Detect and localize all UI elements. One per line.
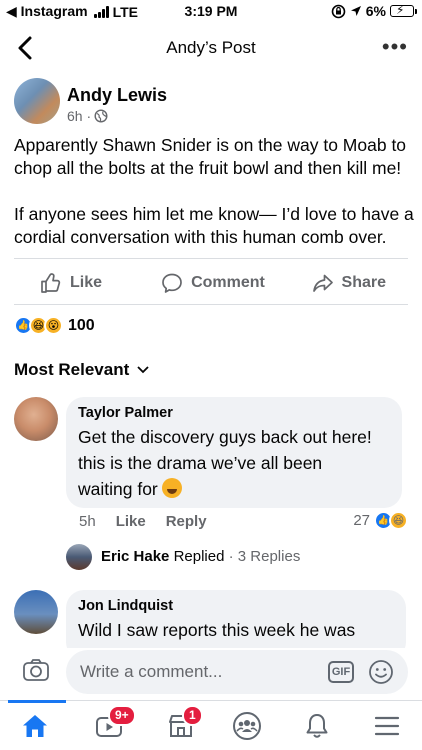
battery-icon: ⚡ bbox=[390, 3, 417, 17]
location-icon bbox=[350, 6, 361, 16]
chevron-down-icon bbox=[137, 366, 149, 374]
comment-input[interactable]: Write a comment... GIF bbox=[66, 650, 408, 694]
haha-reaction-icon: 😆 bbox=[389, 511, 408, 530]
tab-menu[interactable] bbox=[362, 707, 412, 745]
home-icon bbox=[23, 715, 47, 737]
comment-composer: Write a comment... GIF bbox=[0, 648, 422, 696]
tab-watch[interactable]: 9+ bbox=[84, 705, 136, 745]
view-replies-link[interactable]: Eric Hake Replied · 3 Replies bbox=[101, 548, 300, 565]
tab-marketplace[interactable]: 1 bbox=[156, 705, 206, 745]
tab-notifications[interactable] bbox=[292, 707, 342, 745]
commenter-name[interactable]: Jon Lindquist bbox=[78, 598, 394, 614]
share-arrow-icon bbox=[312, 274, 333, 292]
like-button[interactable]: Like bbox=[14, 262, 155, 304]
gif-button[interactable]: GIF bbox=[328, 661, 354, 683]
comment-line-wrap: waiting for bbox=[78, 476, 390, 502]
thumbs-up-icon bbox=[41, 273, 61, 293]
bottom-nav: 9+ 1 bbox=[0, 700, 422, 750]
comment-reactions[interactable]: 27 👍 😆 bbox=[353, 511, 408, 530]
author-name[interactable]: Andy Lewis bbox=[67, 85, 167, 106]
comment-line: Get the discovery guys back out here! bbox=[78, 427, 372, 447]
reactions-summary[interactable]: 👍 😆 😮 100 bbox=[14, 316, 95, 335]
replier-avatar[interactable] bbox=[66, 544, 92, 570]
wow-reaction-icon: 😮 bbox=[44, 316, 63, 335]
comment-button[interactable]: Comment bbox=[155, 262, 270, 304]
share-label: Share bbox=[341, 274, 386, 291]
tab-home[interactable] bbox=[10, 707, 60, 745]
globe-icon bbox=[94, 109, 108, 123]
replied-verb: Replied bbox=[173, 548, 225, 565]
battery-percent: 6% bbox=[365, 3, 386, 19]
commenter-avatar[interactable] bbox=[14, 590, 58, 634]
commenter-name[interactable]: Taylor Palmer bbox=[78, 405, 390, 421]
post-paragraph: If anyone sees him let me know— I’d love… bbox=[14, 204, 414, 247]
like-label: Like bbox=[70, 274, 103, 291]
reply-count: 3 Replies bbox=[237, 548, 301, 565]
sort-label: Most Relevant bbox=[14, 360, 130, 379]
comment-meta: 5h Like Reply bbox=[79, 513, 207, 530]
comment-like-button[interactable]: Like bbox=[116, 513, 146, 530]
author-avatar[interactable] bbox=[14, 78, 60, 124]
laughing-emoji-icon bbox=[161, 478, 182, 498]
orientation-lock-icon bbox=[331, 4, 346, 18]
commenter-avatar[interactable] bbox=[14, 397, 58, 441]
comment-line: this is the drama we’ve all been bbox=[78, 453, 323, 473]
tab-groups[interactable] bbox=[222, 707, 272, 745]
watch-badge: 9+ bbox=[108, 705, 136, 726]
share-button[interactable]: Share bbox=[271, 262, 408, 304]
comment-line: waiting for bbox=[78, 479, 158, 499]
replier-name: Eric Hake bbox=[101, 548, 170, 565]
divider bbox=[14, 304, 408, 305]
marketplace-badge: 1 bbox=[182, 705, 203, 726]
page-title: Andy’s Post bbox=[166, 38, 256, 57]
comment-reply-button[interactable]: Reply bbox=[166, 513, 207, 530]
post-actions: Like Comment Share bbox=[14, 262, 408, 304]
post-time: 6h · bbox=[67, 108, 92, 124]
comment-label: Comment bbox=[191, 274, 265, 291]
post-header: Andy’s Post ••• bbox=[0, 24, 422, 72]
emoji-icon[interactable] bbox=[368, 659, 394, 685]
hamburger-menu-icon bbox=[374, 716, 400, 736]
divider bbox=[14, 258, 408, 259]
comment-time: 5h bbox=[79, 513, 96, 530]
comment-placeholder: Write a comment... bbox=[80, 662, 223, 681]
bell-icon bbox=[306, 714, 328, 738]
comment-reaction-count: 27 bbox=[353, 512, 370, 529]
comment-line: Wild I saw reports this week he was bbox=[78, 620, 356, 640]
post-body: Apparently Shawn Snider is on the way to… bbox=[14, 134, 414, 272]
active-tab-indicator bbox=[8, 700, 66, 703]
comment-sort-dropdown[interactable]: Most Relevant bbox=[14, 360, 149, 380]
separator-dot: · bbox=[228, 548, 234, 565]
status-bar: ◀ Instagram LTE 3:19 PM 6% ⚡ bbox=[0, 0, 422, 24]
comment-icon bbox=[162, 273, 182, 293]
post-meta: 6h · bbox=[67, 108, 108, 124]
more-options-icon[interactable]: ••• bbox=[382, 34, 408, 60]
comment-bubble: Taylor Palmer Get the discovery guys bac… bbox=[66, 397, 402, 508]
groups-icon bbox=[233, 712, 261, 740]
reaction-count: 100 bbox=[68, 316, 95, 334]
camera-icon[interactable] bbox=[22, 658, 50, 682]
post-paragraph: Apparently Shawn Snider is on the way to… bbox=[14, 135, 407, 178]
